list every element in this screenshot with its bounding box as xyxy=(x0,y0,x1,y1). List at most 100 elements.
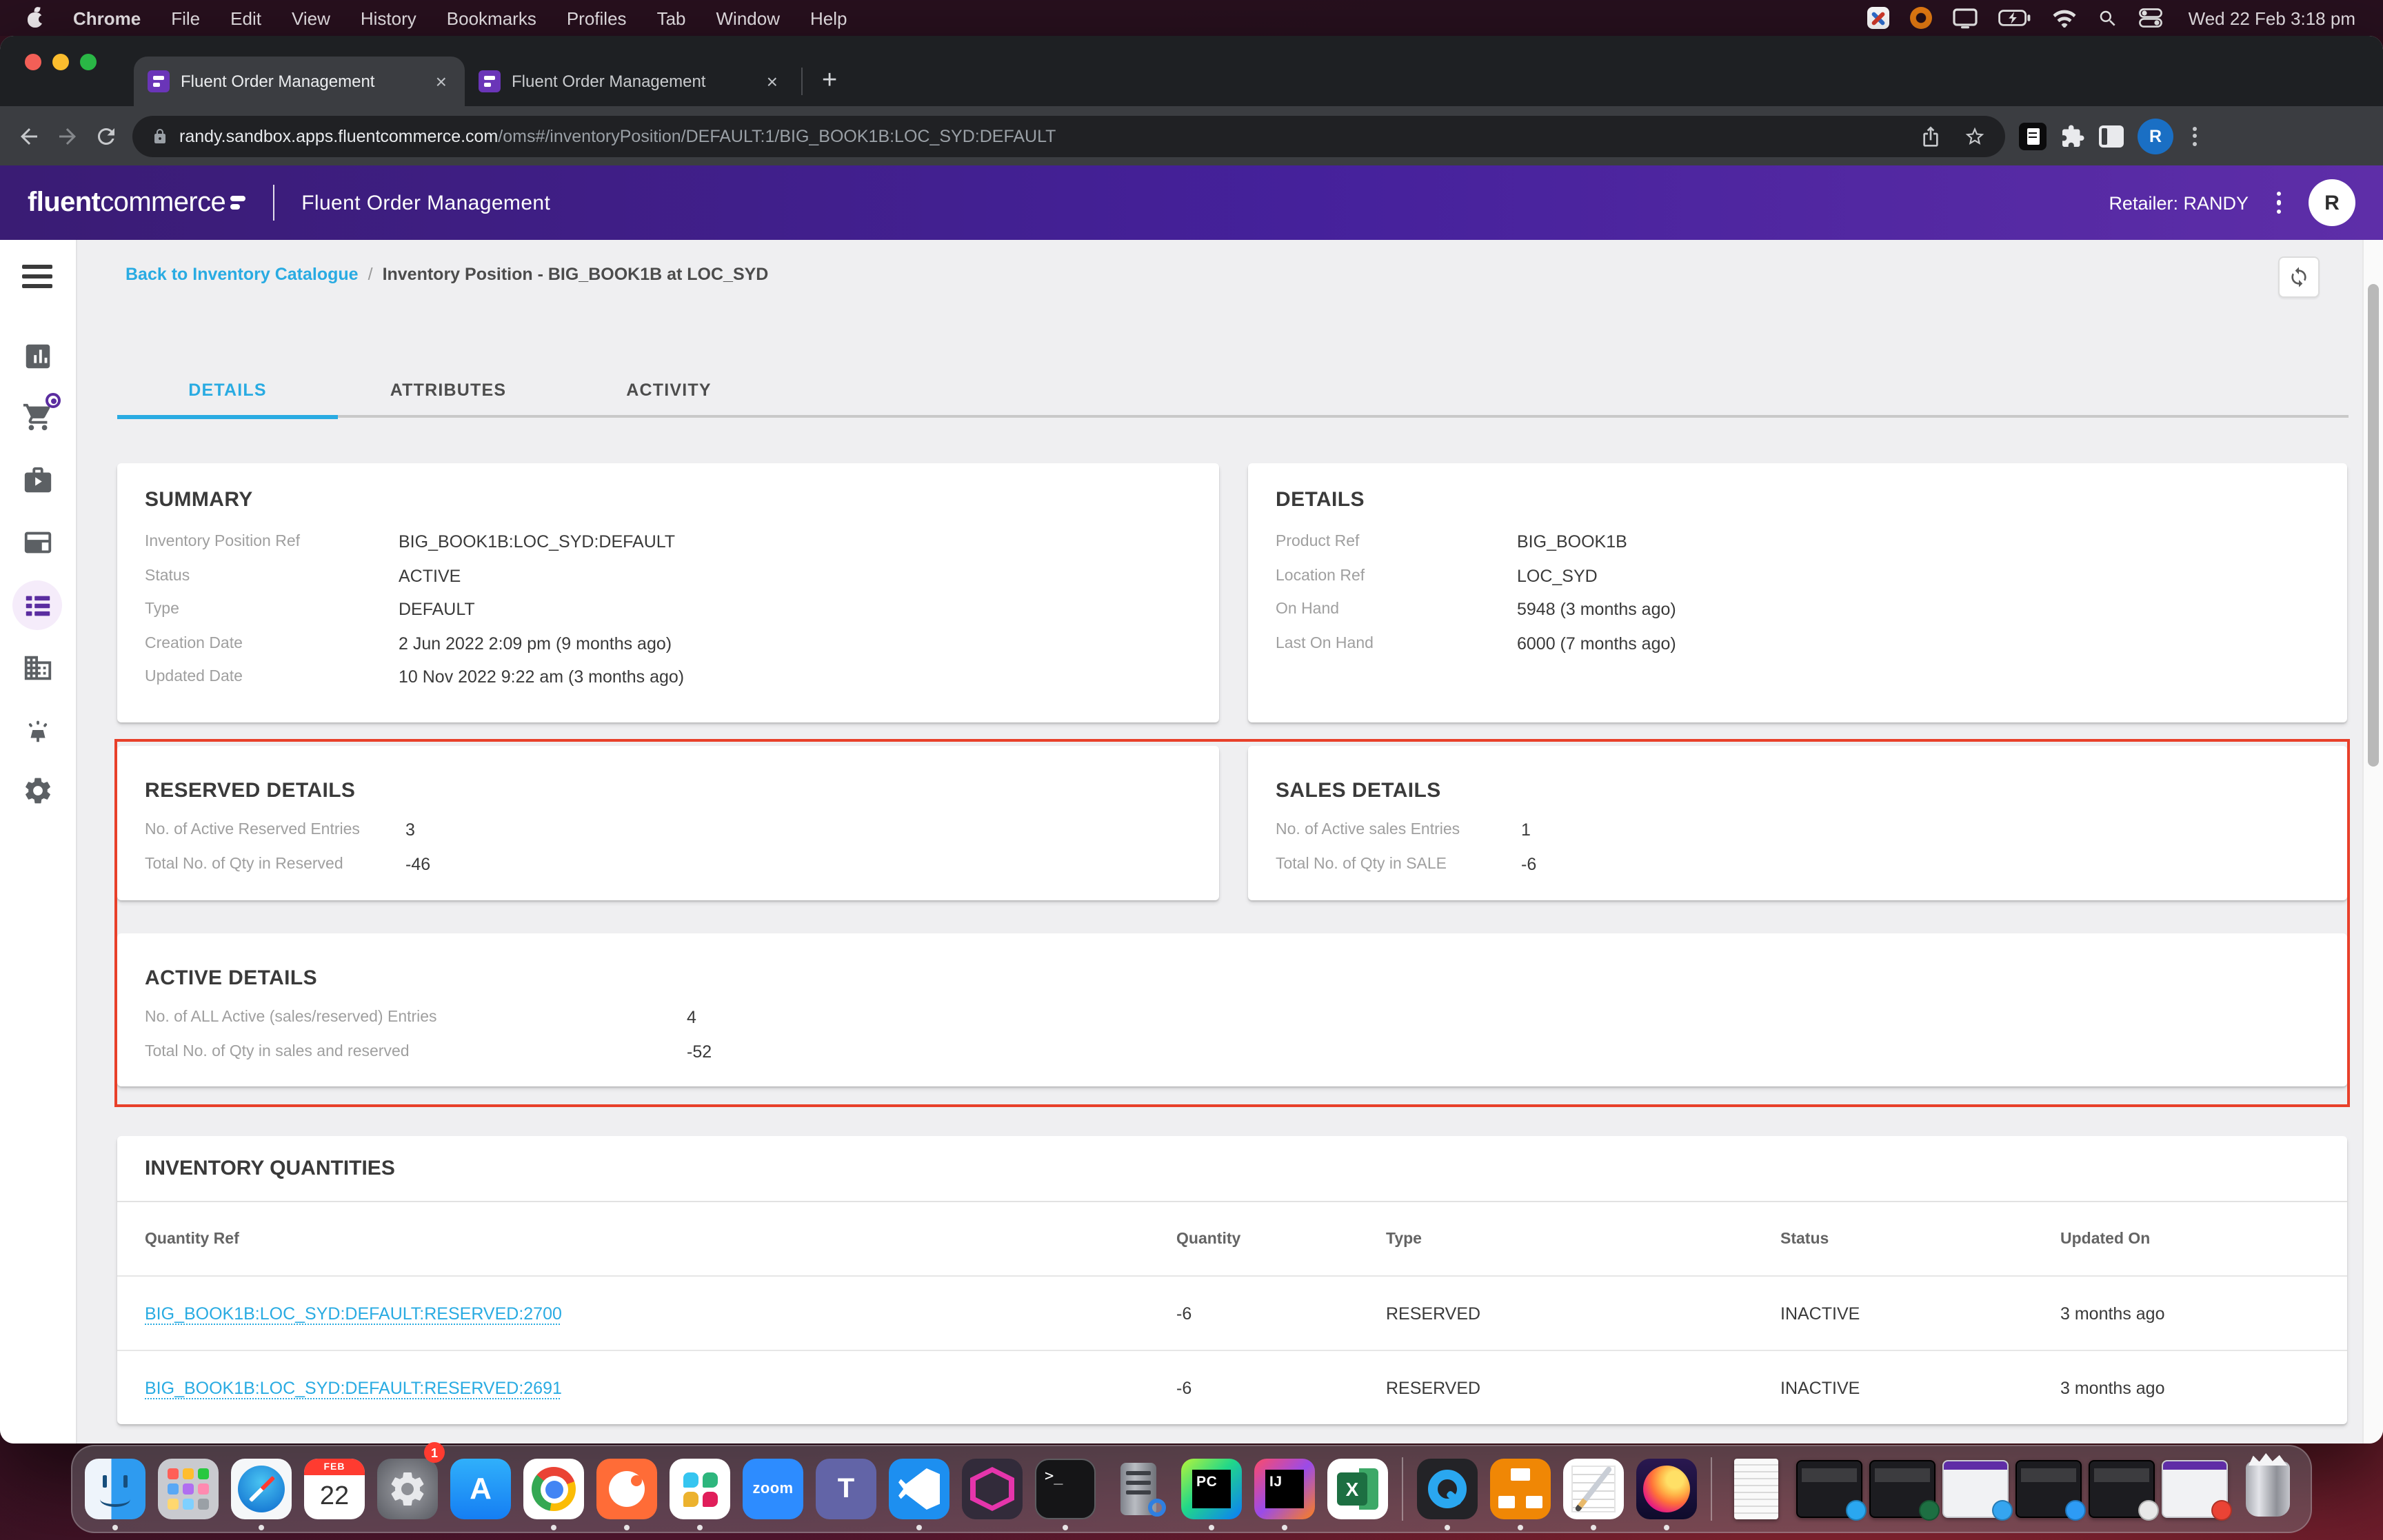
dock-calendar-icon[interactable]: FEB22 xyxy=(301,1446,368,1532)
page-scrollbar[interactable] xyxy=(2362,240,2383,1443)
field-row: Product RefBIG_BOOK1B xyxy=(1276,525,2347,559)
refresh-button[interactable] xyxy=(2278,256,2320,298)
dock-minimized-window-textedit-icon[interactable] xyxy=(2089,1446,2155,1532)
dock-safari-icon[interactable] xyxy=(228,1446,294,1532)
menu-item-bookmarks[interactable]: Bookmarks xyxy=(432,8,552,28)
active-details-card: ACTIVE DETAILS No. of ALL Active (sales/… xyxy=(117,933,2347,1086)
screen-mirroring-icon[interactable] xyxy=(1953,6,1978,30)
dock-minimized-window-safari-icon[interactable] xyxy=(1942,1446,2009,1532)
dock-system-settings-icon[interactable]: 1 xyxy=(374,1446,441,1532)
dock-firefox-icon[interactable] xyxy=(1633,1446,1700,1532)
battery-icon[interactable] xyxy=(1998,6,2031,30)
tab-activity[interactable]: ACTIVITY xyxy=(559,365,779,418)
user-avatar[interactable]: R xyxy=(2309,179,2355,226)
close-window-button[interactable] xyxy=(25,54,41,70)
chrome-profile-avatar[interactable]: R xyxy=(2138,118,2173,154)
bookmark-star-icon[interactable] xyxy=(1964,125,1986,147)
menu-item-history[interactable]: History xyxy=(345,8,432,28)
apple-menu-icon[interactable] xyxy=(28,8,44,28)
status-app-icon[interactable] xyxy=(1867,7,1889,29)
dock-finder-icon[interactable] xyxy=(82,1446,148,1532)
wifi-icon[interactable] xyxy=(2052,6,2077,30)
spotlight-icon[interactable] xyxy=(2098,6,2118,30)
hamburger-menu-icon[interactable] xyxy=(22,265,52,294)
dock-pycharm-icon[interactable]: PC xyxy=(1178,1446,1245,1532)
dock-minimized-window-chrome-icon[interactable] xyxy=(2162,1446,2228,1532)
share-icon[interactable] xyxy=(1920,125,1942,147)
dock-trash-icon[interactable] xyxy=(2235,1446,2301,1532)
reload-button[interactable] xyxy=(94,123,119,148)
tab-attributes[interactable]: ATTRIBUTES xyxy=(338,365,559,418)
sidebar-item-fulfilment[interactable] xyxy=(12,455,62,505)
gear-icon xyxy=(21,774,53,806)
dock-excel-icon[interactable]: X xyxy=(1325,1446,1391,1532)
dock-chrome-icon[interactable] xyxy=(521,1446,587,1532)
menu-item-edit[interactable]: Edit xyxy=(215,8,276,28)
scrollbar-thumb[interactable] xyxy=(2368,284,2379,767)
field-value: DEFAULT xyxy=(399,600,475,620)
new-tab-button[interactable]: + xyxy=(814,68,845,94)
minimize-window-button[interactable] xyxy=(52,54,69,70)
table-header: Quantity Ref Quantity Type Status Update… xyxy=(117,1202,2347,1277)
dock-vscode-icon[interactable] xyxy=(886,1446,952,1532)
dock-server-icon[interactable] xyxy=(1105,1446,1172,1532)
menubar-clock[interactable]: Wed 22 Feb 3:18 pm xyxy=(2183,8,2355,28)
dock-minimized-window-quicktime-icon[interactable] xyxy=(1796,1446,1862,1532)
dock-minimized-window-finder-icon[interactable] xyxy=(2015,1446,2082,1532)
sidebar-item-orders[interactable] xyxy=(12,392,62,441)
sidebar-item-payments[interactable] xyxy=(12,517,62,567)
menu-item-window[interactable]: Window xyxy=(701,8,796,28)
quantity-ref-link[interactable]: BIG_BOOK1B:LOC_SYD:DEFAULT:RESERVED:2700 xyxy=(145,1304,1176,1323)
running-indicator xyxy=(1591,1525,1596,1530)
forward-button[interactable] xyxy=(55,123,80,148)
quantity-ref-link[interactable]: BIG_BOOK1B:LOC_SYD:DEFAULT:RESERVED:2691 xyxy=(145,1378,1176,1397)
dock-zoom-icon[interactable]: zoom xyxy=(740,1446,806,1532)
browser-tab-2[interactable]: Fluent Order Management× xyxy=(465,57,796,106)
dock-graphql-icon[interactable] xyxy=(959,1446,1025,1532)
tab-details[interactable]: DETAILS xyxy=(117,365,338,418)
menu-item-view[interactable]: View xyxy=(276,8,345,28)
sidebar-item-inventory[interactable] xyxy=(12,580,62,630)
chrome-menu-icon[interactable] xyxy=(2187,126,2202,145)
lock-icon xyxy=(152,126,168,145)
dock-postman-icon[interactable] xyxy=(594,1446,660,1532)
tab-close-icon[interactable]: × xyxy=(432,70,451,92)
header-kebab-menu-icon[interactable] xyxy=(2276,192,2281,214)
dock-minimized-document-icon[interactable] xyxy=(1723,1446,1789,1532)
menu-item-chrome[interactable]: Chrome xyxy=(58,8,156,28)
fluentcommerce-logo[interactable]: fluentcommerce xyxy=(28,187,245,219)
dock-minimized-window-excel-icon[interactable] xyxy=(1869,1446,1935,1532)
dock-quicktime-icon[interactable] xyxy=(1414,1446,1480,1532)
menu-item-help[interactable]: Help xyxy=(795,8,863,28)
sidebar-item-settings[interactable] xyxy=(12,765,62,815)
dock-terminal-icon[interactable]: >_ xyxy=(1032,1446,1098,1532)
browser-tab-1[interactable]: Fluent Order Management× xyxy=(134,57,465,106)
field-row: No. of Active sales Entries1 xyxy=(1276,813,2347,847)
sidebar-item-locations[interactable] xyxy=(12,642,62,692)
control-center-icon[interactable] xyxy=(2139,6,2162,30)
tab-close-icon[interactable]: × xyxy=(763,70,782,92)
dock-app-store-icon[interactable]: A xyxy=(448,1446,514,1532)
field-row: Updated Date10 Nov 2022 9:22 am (3 month… xyxy=(145,660,1219,694)
back-button[interactable] xyxy=(17,123,41,148)
extensions-puzzle-icon[interactable] xyxy=(2060,123,2085,148)
extension-doc-icon[interactable] xyxy=(2019,122,2047,150)
sidebar-item-funnel[interactable] xyxy=(12,705,62,754)
zoom-window-button[interactable] xyxy=(80,54,97,70)
status-app-orange-icon[interactable] xyxy=(1910,7,1932,29)
dock-textedit-icon[interactable] xyxy=(1560,1446,1627,1532)
desktop: ChromeFileEditViewHistoryBookmarksProfil… xyxy=(0,0,2383,1540)
menu-item-profiles[interactable]: Profiles xyxy=(552,8,642,28)
dock-teams-icon[interactable]: T xyxy=(813,1446,879,1532)
menu-item-tab[interactable]: Tab xyxy=(642,8,701,28)
sidebar-item-analytics[interactable] xyxy=(12,331,62,381)
breadcrumb-back-link[interactable]: Back to Inventory Catalogue xyxy=(125,265,359,284)
dock-intellij-icon[interactable]: IJ xyxy=(1251,1446,1318,1532)
dock-drawio-icon[interactable] xyxy=(1487,1446,1554,1532)
menu-item-file[interactable]: File xyxy=(156,8,215,28)
dock-launchpad-icon[interactable] xyxy=(155,1446,221,1532)
side-panel-icon[interactable] xyxy=(2099,125,2124,147)
address-bar[interactable]: randy.sandbox.apps.fluentcommerce.com/om… xyxy=(132,115,2005,156)
dock-slack-icon[interactable] xyxy=(667,1446,733,1532)
field-row: Last On Hand6000 (7 months ago) xyxy=(1276,627,2347,660)
